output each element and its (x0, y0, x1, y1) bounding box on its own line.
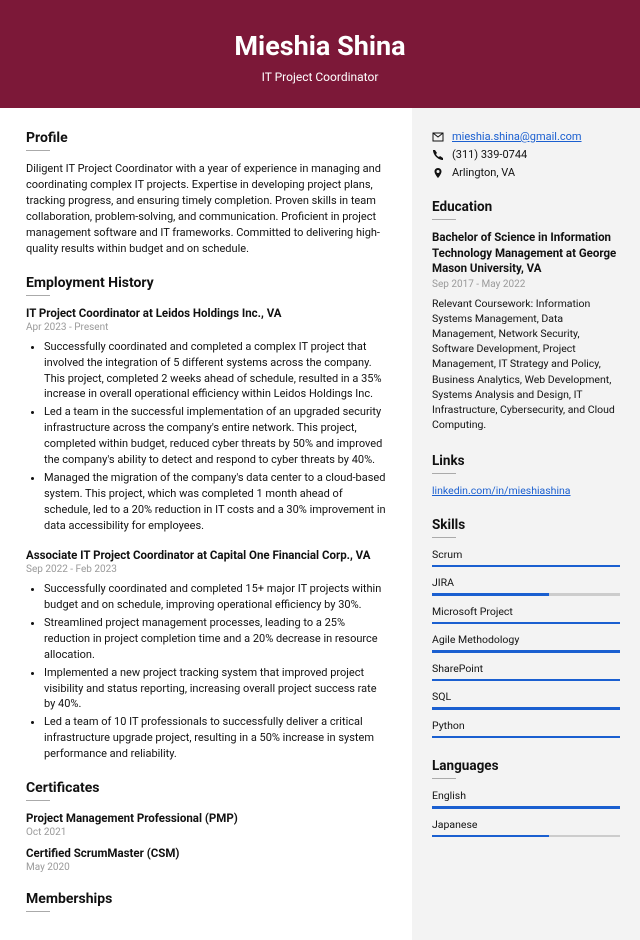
job-dates: Apr 2023 - Present (26, 322, 390, 333)
links-section: Links linkedin.com/in/mieshiashina (432, 453, 620, 497)
job-bullet: Managed the migration of the company's d… (44, 470, 390, 534)
skill-name: JIRA (432, 576, 620, 589)
linkedin-link[interactable]: linkedin.com/in/mieshiashina (432, 484, 571, 497)
email-icon (432, 131, 444, 143)
job-dates: Sep 2022 - Feb 2023 (26, 564, 390, 575)
job-bullets: Successfully coordinated and completed 1… (26, 581, 390, 762)
location-icon (432, 167, 444, 179)
skill-bar (432, 679, 620, 682)
education-heading: Education (432, 199, 620, 215)
skill: SharePoint (432, 662, 620, 682)
skill-bar (432, 593, 620, 596)
right-column: mieshia.shina@gmail.com (311) 339-0744 A… (412, 108, 640, 940)
contact-location: Arlington, VA (432, 166, 620, 179)
phone-text: (311) 339-0744 (452, 148, 527, 161)
phone-icon (432, 149, 444, 161)
memberships-section: Memberships (26, 891, 390, 912)
skill: Agile Methodology (432, 633, 620, 653)
skill-name: Python (432, 719, 620, 732)
skill: JIRA (432, 576, 620, 596)
language-name: English (432, 789, 620, 802)
skill: Scrum (432, 548, 620, 568)
skill-bar (432, 622, 620, 625)
skill-name: Scrum (432, 548, 620, 561)
employment-heading: Employment History (26, 275, 390, 291)
certificate-date: Oct 2021 (26, 827, 390, 838)
contact-phone: (311) 339-0744 (432, 148, 620, 161)
language-bar (432, 835, 620, 838)
language: English (432, 789, 620, 809)
certificate-title: Project Management Professional (PMP) (26, 811, 390, 825)
skill-bar (432, 707, 620, 710)
job: Associate IT Project Coordinator at Capi… (26, 548, 390, 762)
profile-text: Diligent IT Project Coordinator with a y… (26, 161, 390, 257)
language: Japanese (432, 818, 620, 838)
job-bullet: Led a team in the successful implementat… (44, 404, 390, 468)
location-text: Arlington, VA (452, 166, 515, 179)
person-title: IT Project Coordinator (20, 70, 620, 84)
skill: Microsoft Project (432, 605, 620, 625)
skill-bar (432, 736, 620, 739)
skills-section: Skills Scrum JIRA Microsoft Project Agil… (432, 517, 620, 739)
left-column: Profile Diligent IT Project Coordinator … (0, 108, 412, 940)
header: Mieshia Shina IT Project Coordinator (0, 0, 640, 108)
certificates-heading: Certificates (26, 780, 390, 796)
language-name: Japanese (432, 818, 620, 831)
skill-name: Agile Methodology (432, 633, 620, 646)
language-bar (432, 806, 620, 809)
skill-bar (432, 565, 620, 568)
skill: Python (432, 719, 620, 739)
contact-section: mieshia.shina@gmail.com (311) 339-0744 A… (432, 130, 620, 179)
education-dates: Sep 2017 - May 2022 (432, 279, 620, 290)
job-bullet: Implemented a new project tracking syste… (44, 665, 390, 713)
contact-email: mieshia.shina@gmail.com (432, 130, 620, 143)
employment-section: Employment History IT Project Coordinato… (26, 275, 390, 763)
job-bullet: Led a team of 10 IT professionals to suc… (44, 714, 390, 762)
job-title: IT Project Coordinator at Leidos Holding… (26, 306, 390, 320)
job-bullet: Successfully coordinated and completed a… (44, 339, 390, 403)
certificate: Certified ScrumMaster (CSM) May 2020 (26, 846, 390, 873)
email-link[interactable]: mieshia.shina@gmail.com (452, 130, 582, 143)
education-section: Education Bachelor of Science in Informa… (432, 199, 620, 433)
skill-bar (432, 650, 620, 653)
skills-heading: Skills (432, 517, 620, 533)
skill-name: Microsoft Project (432, 605, 620, 618)
profile-section: Profile Diligent IT Project Coordinator … (26, 130, 390, 257)
links-heading: Links (432, 453, 620, 469)
certificate: Project Management Professional (PMP) Oc… (26, 811, 390, 838)
languages-heading: Languages (432, 758, 620, 774)
job-bullet: Successfully coordinated and completed 1… (44, 581, 390, 613)
skill-name: SharePoint (432, 662, 620, 675)
profile-heading: Profile (26, 130, 390, 146)
job-bullets: Successfully coordinated and completed a… (26, 339, 390, 534)
job-title: Associate IT Project Coordinator at Capi… (26, 548, 390, 562)
skill: SQL (432, 690, 620, 710)
certificate-title: Certified ScrumMaster (CSM) (26, 846, 390, 860)
education-text: Relevant Coursework: Information Systems… (432, 296, 620, 433)
job-bullet: Streamlined project management processes… (44, 615, 390, 663)
skill-name: SQL (432, 690, 620, 703)
certificates-section: Certificates Project Management Professi… (26, 780, 390, 873)
person-name: Mieshia Shina (20, 30, 620, 62)
certificate-date: May 2020 (26, 862, 390, 873)
education-title: Bachelor of Science in Information Techn… (432, 230, 620, 277)
languages-section: Languages English Japanese (432, 758, 620, 837)
job: IT Project Coordinator at Leidos Holding… (26, 306, 390, 534)
